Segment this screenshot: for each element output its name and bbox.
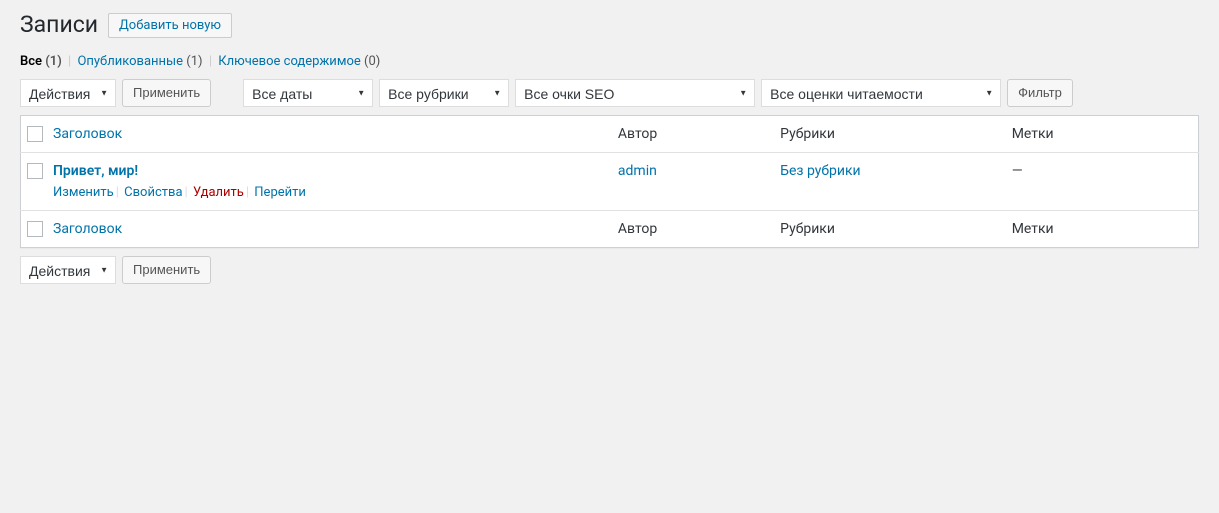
bulk-apply-button[interactable]: Применить bbox=[122, 79, 211, 107]
posts-table: Заголовок Автор Рубрики Метки Привет, ми… bbox=[20, 115, 1199, 249]
filter-published[interactable]: Опубликованные (1) bbox=[77, 54, 205, 69]
action-edit[interactable]: Изменить bbox=[53, 185, 114, 200]
select-all-checkbox-top[interactable] bbox=[27, 126, 43, 142]
bulk-apply-button-bottom[interactable]: Применить bbox=[122, 256, 211, 284]
column-tags-header: Метки bbox=[1002, 115, 1199, 152]
bulk-actions-select[interactable]: Действия bbox=[20, 79, 116, 107]
column-categories-footer: Рубрики bbox=[770, 211, 1002, 248]
column-categories-header: Рубрики bbox=[770, 115, 1002, 152]
filter-all[interactable]: Все (1) bbox=[20, 54, 65, 69]
select-all-checkbox-bottom[interactable] bbox=[27, 221, 43, 237]
post-tags: — bbox=[1002, 153, 1199, 211]
filter-button[interactable]: Фильтр bbox=[1007, 79, 1073, 107]
post-title-link[interactable]: Привет, мир! bbox=[53, 163, 138, 179]
table-row: Привет, мир! Изменить| Свойства| Удалить… bbox=[21, 153, 1199, 211]
tablenav-bottom: Действия Применить bbox=[20, 256, 1199, 284]
separator: | bbox=[209, 54, 212, 69]
row-actions: Изменить| Свойства| Удалить| Перейти bbox=[53, 185, 598, 200]
filter-all-count: (1) bbox=[45, 54, 62, 69]
page-title: Записи bbox=[20, 10, 98, 40]
post-author-link[interactable]: admin bbox=[618, 163, 657, 179]
filter-readability-select[interactable]: Все оценки читаемости bbox=[761, 79, 1001, 107]
bulk-actions-select-bottom[interactable]: Действия bbox=[20, 256, 116, 284]
column-title-header[interactable]: Заголовок bbox=[53, 126, 122, 142]
column-tags-footer: Метки bbox=[1002, 211, 1199, 248]
column-author-footer: Автор bbox=[608, 211, 770, 248]
post-category-link[interactable]: Без рубрики bbox=[780, 163, 860, 179]
action-trash[interactable]: Удалить bbox=[193, 185, 244, 200]
filter-cornerstone-label: Ключевое содержимое bbox=[218, 54, 361, 69]
column-author-header: Автор bbox=[608, 115, 770, 152]
filter-published-count: (1) bbox=[186, 54, 202, 69]
column-title-footer[interactable]: Заголовок bbox=[53, 221, 122, 237]
filter-published-label: Опубликованные bbox=[77, 54, 183, 69]
action-quick-edit[interactable]: Свойства bbox=[124, 185, 182, 200]
row-checkbox[interactable] bbox=[27, 163, 43, 179]
filter-all-label: Все bbox=[20, 54, 42, 69]
add-new-button[interactable]: Добавить новую bbox=[108, 13, 232, 38]
filter-cornerstone-count: (0) bbox=[364, 54, 380, 69]
filter-seo-select[interactable]: Все очки SEO bbox=[515, 79, 755, 107]
separator: | bbox=[68, 54, 71, 69]
action-view[interactable]: Перейти bbox=[254, 185, 306, 200]
filter-categories-select[interactable]: Все рубрики bbox=[379, 79, 509, 107]
filter-cornerstone[interactable]: Ключевое содержимое bbox=[218, 54, 364, 69]
tablenav-top: Действия Применить Все даты Все рубрики … bbox=[20, 79, 1199, 107]
status-filters: Все (1) | Опубликованные (1) | Ключевое … bbox=[20, 54, 1199, 69]
filter-dates-select[interactable]: Все даты bbox=[243, 79, 373, 107]
